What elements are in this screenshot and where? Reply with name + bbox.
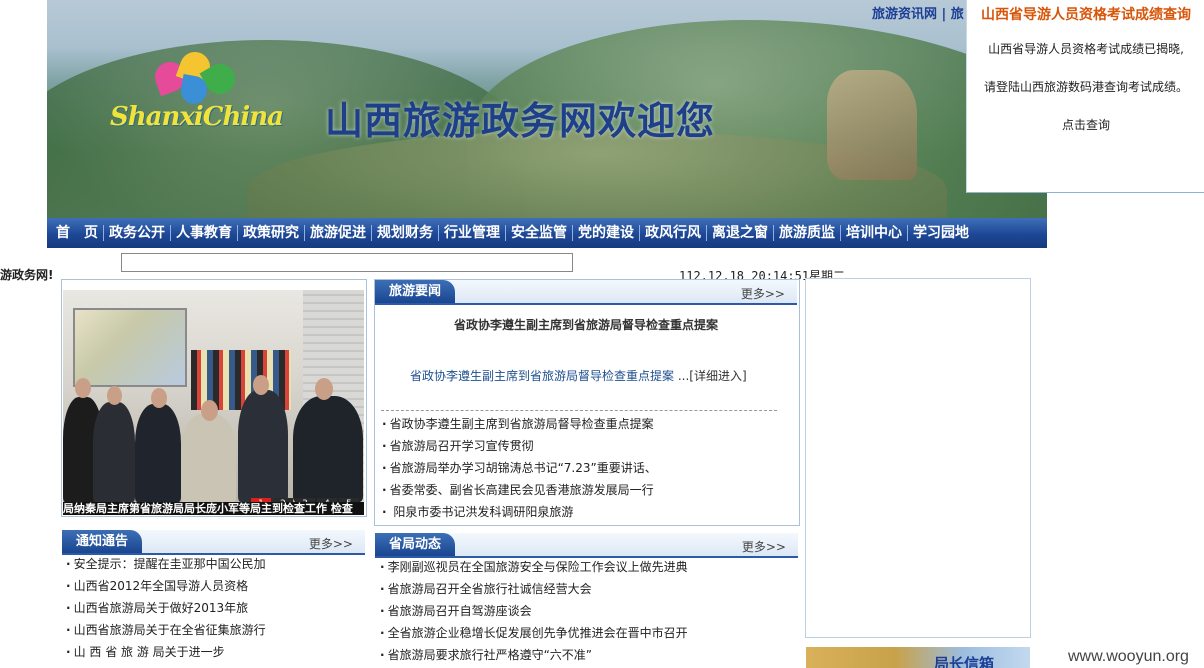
detail-link[interactable]: [详细进入] (689, 369, 746, 383)
photo-slideshow[interactable]: 12345 局纳秦局主席第省旅游局局长庞小军等局主到检查工作 检查 (61, 279, 367, 517)
travel-news-item[interactable]: 省委常委、副省长高建民会见香港旅游发展局一行 (382, 479, 792, 501)
travel-news-more-link[interactable]: 更多>> (741, 285, 785, 302)
headline-link[interactable]: 省政协李遵生副主席到省旅游局督导检查重点提案 (410, 369, 674, 383)
travel-news-list: 省政协李遵生副主席到省旅游局督导检查重点提案省旅游局召开学习宣传贯彻省旅游局举办… (382, 413, 792, 523)
notice-item[interactable]: 安全提示：提醒在圭亚那中国公民加 (66, 553, 366, 575)
nav-item[interactable]: 政务公开 (104, 225, 171, 241)
notices-more-link[interactable]: 更多>> (309, 535, 353, 552)
popup-line-2: 请登陆山西旅游数码港查询考试成绩。 (983, 80, 1188, 94)
notice-item[interactable]: 山 西 省 旅 游 局关于进一步 (66, 641, 366, 663)
bureau-news-item[interactable]: 省旅游局召开自驾游座谈会 (380, 600, 795, 622)
right-sidebar-panel (805, 278, 1031, 638)
nav-item[interactable]: 离退之窗 (707, 225, 774, 241)
shanxi-china-logo: ShanxiChina (110, 47, 285, 152)
notices-header: 通知通告 更多>> (62, 530, 365, 555)
search-input[interactable] (121, 253, 573, 272)
logo-text: ShanxiChina (110, 102, 284, 132)
headline-title[interactable]: 省政协李遵生副主席到省旅游局督导检查重点提案 (374, 316, 798, 333)
travel-news-tab[interactable]: 旅游要闻 (375, 280, 456, 303)
bureau-news-tab[interactable]: 省局动态 (375, 533, 456, 556)
bureau-news-item[interactable]: 全省旅游企业稳增长促发展创先争优推进会在晋中市召开 (380, 622, 795, 644)
director-mailbox-banner[interactable]: 局长信箱 (806, 647, 1030, 668)
bureau-news-item[interactable]: 李刚副巡视员在全国旅游安全与保险工作会议上做先进典 (380, 556, 795, 578)
nav-item[interactable]: 行业管理 (439, 225, 506, 241)
site-title: 山西旅游政务网欢迎您 (325, 99, 716, 143)
notice-item[interactable]: 山西省2012年全国导游人员资格 (66, 575, 366, 597)
welcome-marquee: 游政务网! (0, 268, 54, 282)
travel-news-item[interactable]: 阳泉市委书记洪发科调研阳泉旅游 (382, 501, 792, 523)
nav-item[interactable]: 旅游质监 (774, 225, 841, 241)
bureau-news-item[interactable]: 省旅游局要求旅行社严格遵守“六不准” (380, 644, 795, 666)
bureau-news-header: 省局动态 更多>> (375, 533, 798, 558)
director-mailbox-label: 局长信箱 (934, 655, 995, 668)
nav-item[interactable]: 人事教育 (171, 225, 238, 241)
popup-line-1: 山西省导游人员资格考试成绩已揭晓, (988, 42, 1184, 56)
headline-summary: 省政协李遵生副主席到省旅游局督导检查重点提案 ...[详细进入] (410, 367, 747, 384)
slide-caption[interactable]: 局纳秦局主席第省旅游局局长庞小军等局主到检查工作 检查 (63, 502, 364, 515)
news-photo[interactable]: 12345 (63, 290, 364, 502)
main-nav: 首 页政务公开 人事教育 政策研究 旅游促进 规划财务 行业管理 安全监管 党的建设 政风行风离… (47, 218, 1047, 248)
travel-info-link[interactable]: 旅游资讯网 | 旅 (872, 3, 964, 22)
nav-item[interactable]: 首 页 (51, 225, 104, 241)
travel-news-item[interactable]: 省政协李遵生副主席到省旅游局督导检查重点提案 (382, 413, 792, 435)
nav-item[interactable]: 安全监管 (506, 225, 573, 241)
notices-list: 安全提示：提醒在圭亚那中国公民加山西省2012年全国导游人员资格山西省旅游局关于… (66, 553, 366, 663)
notice-item[interactable]: 山西省旅游局关于在全省征集旅游行 (66, 619, 366, 641)
travel-news-item[interactable]: 省旅游局召开学习宣传贯彻 (382, 435, 792, 457)
headline-ellipsis: ... (674, 369, 690, 383)
nav-item[interactable]: 学习园地 (908, 225, 974, 241)
travel-news-item[interactable]: 省旅游局举办学习胡锦涛总书记“7.23”重要讲话、 (382, 457, 792, 479)
notice-item[interactable]: 山西省旅游局关于做好2013年旅 (66, 597, 366, 619)
popup-query-link[interactable]: 点击查询 (967, 116, 1204, 133)
bureau-news-list: 李刚副巡视员在全国旅游安全与保险工作会议上做先进典省旅游局召开全省旅行社诚信经营… (380, 556, 795, 666)
notices-tab[interactable]: 通知通告 (62, 530, 143, 553)
travel-news-header: 旅游要闻 更多>> (375, 280, 797, 305)
watermark: www.wooyun.org (1068, 648, 1189, 665)
bureau-news-item[interactable]: 省旅游局召开全省旅行社诚信经营大会 (380, 578, 795, 600)
nav-item[interactable]: 培训中心 (841, 225, 908, 241)
popup-title[interactable]: 山西省导游人员资格考试成绩查询 (981, 4, 1191, 24)
nav-item[interactable]: 党的建设 (573, 225, 640, 241)
nav-item[interactable]: 规划财务 (372, 225, 439, 241)
nav-item[interactable]: 政风行风 (640, 225, 707, 241)
nav-item[interactable]: 政策研究 (238, 225, 305, 241)
bureau-news-more-link[interactable]: 更多>> (742, 538, 786, 555)
nav-item[interactable]: 旅游促进 (305, 225, 372, 241)
divider (381, 410, 777, 411)
exam-result-popup: 山西省导游人员资格考试成绩查询 山西省导游人员资格考试成绩已揭晓, 请登陆山西旅… (966, 0, 1204, 193)
